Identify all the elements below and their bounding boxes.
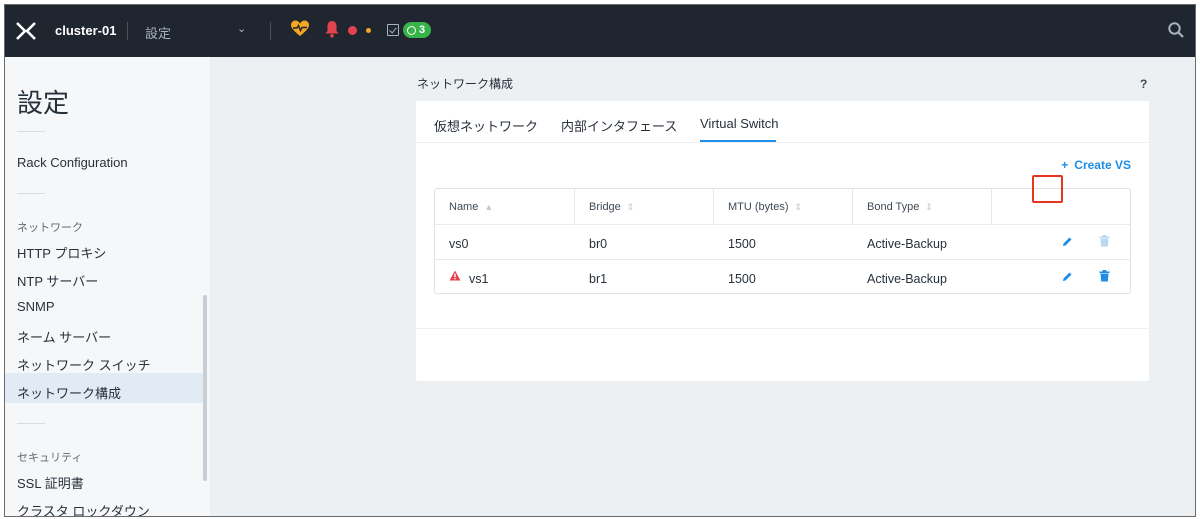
nutanix-logo-icon[interactable] [15, 21, 37, 41]
vs-bridge: br0 [589, 237, 608, 251]
active-tab-indicator [700, 140, 776, 142]
vs-name: vs0 [449, 237, 469, 251]
sidebar-item-ssl-certificate[interactable]: SSL 証明書 [17, 473, 84, 492]
sidebar-item-ntp-server[interactable]: NTP サーバー [17, 271, 98, 290]
tasks-count: 3 [419, 24, 426, 36]
sidebar-section-network: ネットワーク [17, 222, 83, 234]
health-heart-icon[interactable] [290, 19, 310, 39]
column-header-bridge[interactable]: Bridge ⇕ [575, 189, 714, 224]
edit-button-highlight [1032, 175, 1063, 203]
help-icon[interactable]: ? [1140, 77, 1147, 91]
warning-alert-dot-icon[interactable] [366, 28, 371, 33]
chevron-down-icon[interactable]: ⌄ [237, 22, 246, 35]
tab-bar: 仮想ネットワーク 内部インタフェース Virtual Switch [416, 101, 1149, 143]
edit-pencil-icon[interactable] [1061, 271, 1073, 283]
column-header-name[interactable]: Name ▲ [435, 189, 575, 224]
sort-icon: ⇕ [794, 202, 803, 212]
create-vs-label: Create VS [1074, 158, 1131, 172]
vs-bond-type: Active-Backup [867, 237, 947, 251]
sidebar-divider [17, 193, 45, 194]
sidebar-divider [17, 131, 45, 132]
virtual-switch-table: Name ▲ Bridge ⇕ MTU (bytes) ⇕ Bond Type ⇕ vs… [434, 188, 1131, 294]
tab-virtual-network[interactable]: 仮想ネットワーク [434, 116, 538, 135]
critical-alert-dot-icon[interactable] [348, 26, 357, 35]
topbar-divider [270, 22, 271, 40]
tab-internal-interface[interactable]: 内部インタフェース [561, 116, 677, 135]
table-row: vs1 br1 1500 Active-Backup [435, 259, 1130, 294]
sidebar-divider [17, 423, 45, 424]
sort-icon: ⇕ [626, 202, 635, 212]
topbar-divider [127, 22, 128, 40]
sidebar-section-security: セキュリティ [17, 452, 83, 464]
column-header-bond-type[interactable]: Bond Type ⇕ [853, 189, 992, 224]
column-header-mtu[interactable]: MTU (bytes) ⇕ [714, 189, 853, 224]
network-configuration-card: 仮想ネットワーク 内部インタフェース Virtual Switch + Creat… [416, 101, 1149, 381]
edit-pencil-icon[interactable] [1061, 236, 1073, 248]
tasks-badge[interactable]: 3 [403, 22, 432, 38]
plus-icon: + [1061, 158, 1069, 172]
card-divider [416, 328, 1149, 329]
delete-trash-icon[interactable] [1099, 235, 1110, 247]
task-ring-icon [407, 25, 416, 35]
sidebar-item-snmp[interactable]: SNMP [17, 299, 55, 314]
vs-bond-type: Active-Backup [867, 272, 947, 286]
tab-virtual-switch[interactable]: Virtual Switch [700, 116, 779, 131]
section-title: ネットワーク構成 [417, 77, 514, 91]
vs-name: vs1 [469, 272, 489, 286]
column-header-label: Bridge [589, 201, 621, 213]
sidebar-item-cluster-lockdown[interactable]: クラスタ ロックダウン [17, 501, 150, 516]
sidebar-item-name-server[interactable]: ネーム サーバー [17, 327, 111, 346]
table-row: vs0 br0 1500 Active-Backup [435, 224, 1130, 259]
vs-bridge: br1 [589, 272, 608, 286]
alert-bell-icon[interactable] [324, 20, 340, 38]
vs-mtu: 1500 [728, 237, 756, 251]
sidebar-item-http-proxy[interactable]: HTTP プロキシ [17, 243, 106, 262]
tasks-checkbox-icon[interactable] [387, 24, 399, 36]
warning-triangle-icon [449, 270, 461, 281]
search-icon[interactable] [1167, 21, 1185, 39]
delete-trash-icon[interactable] [1099, 270, 1110, 282]
breadcrumb-settings[interactable]: 設定 [145, 23, 171, 42]
column-header-label: Name [449, 201, 479, 213]
column-header-label: MTU (bytes) [728, 201, 789, 213]
cluster-name[interactable]: cluster-01 [55, 23, 116, 38]
sidebar-item-network-configuration[interactable]: ネットワーク構成 [17, 383, 121, 402]
app-window: cluster-01 設定 ⌄ 3 設定 Rack Configuration [4, 4, 1196, 517]
sidebar-item-network-switch[interactable]: ネットワーク スイッチ [17, 355, 151, 374]
create-vs-button[interactable]: + Create VS [1061, 158, 1131, 172]
sidebar-scrollbar[interactable] [203, 295, 207, 481]
top-navigation-bar: cluster-01 設定 ⌄ 3 [5, 5, 1195, 57]
sidebar-item-rack-configuration[interactable]: Rack Configuration [17, 155, 128, 170]
vs-mtu: 1500 [728, 272, 756, 286]
settings-sidebar: 設定 Rack Configuration ネットワーク HTTP プロキシ N… [5, 57, 210, 516]
page-title: 設定 [17, 88, 70, 118]
sort-icon: ⇕ [925, 202, 933, 212]
sort-ascending-icon: ▲ [484, 202, 494, 212]
column-header-label: Bond Type [867, 201, 920, 213]
